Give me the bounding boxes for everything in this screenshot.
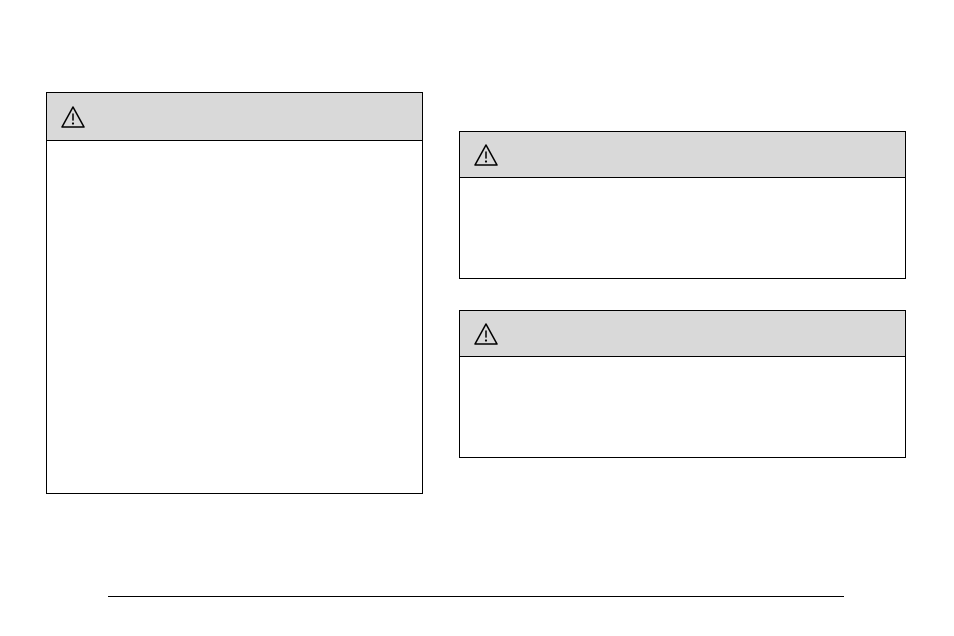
panel-header xyxy=(460,311,905,357)
warning-panel-top xyxy=(459,131,906,279)
panel-header xyxy=(47,93,422,141)
page-canvas xyxy=(0,0,954,636)
warning-icon xyxy=(474,144,498,166)
warning-icon xyxy=(61,106,85,128)
panel-body xyxy=(460,178,905,278)
panel-body xyxy=(47,141,422,493)
warning-icon xyxy=(474,323,498,345)
warning-panel-bottom xyxy=(459,310,906,458)
panel-header xyxy=(460,132,905,178)
horizontal-divider xyxy=(108,596,844,597)
panel-body xyxy=(460,357,905,457)
warning-panel-large xyxy=(46,92,423,494)
